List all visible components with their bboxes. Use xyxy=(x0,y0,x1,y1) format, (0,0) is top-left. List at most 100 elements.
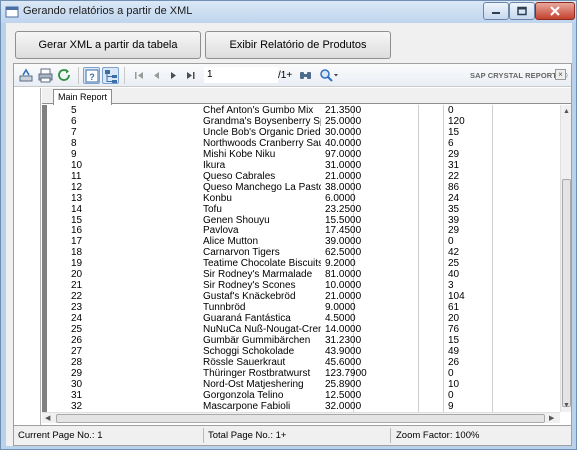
product-id-cell: 29 xyxy=(71,367,83,379)
product-name-cell: Genen Shouyu xyxy=(203,214,270,226)
product-name-cell: Gorgonzola Telino xyxy=(203,389,284,401)
report-row: 25 NuNuCa Nuß-Nougat-Creme 14.0000 76 xyxy=(47,324,560,335)
previous-page-icon[interactable] xyxy=(148,67,165,84)
product-id-cell: 21 xyxy=(71,280,83,292)
group-tree-panel[interactable] xyxy=(14,88,41,425)
scroll-right-icon[interactable]: ▶ xyxy=(549,414,554,423)
unit-price-cell: 6.0000 xyxy=(325,192,356,204)
page-total-label: /1+ xyxy=(278,70,293,81)
minimize-icon xyxy=(492,12,500,14)
scroll-left-icon[interactable]: ◀ xyxy=(45,414,50,423)
units-in-stock-cell: 0 xyxy=(448,389,454,401)
unit-price-cell: 32.0000 xyxy=(325,400,362,412)
unit-price-cell: 10.0000 xyxy=(325,280,362,292)
generate-xml-button[interactable]: Gerar XML a partir da tabela Products xyxy=(15,31,201,77)
report-row: 32 Mascarpone Fabioli 32.0000 9 xyxy=(47,401,560,412)
product-id-cell: 8 xyxy=(71,137,77,149)
unit-price-cell: 25.8900 xyxy=(325,378,362,390)
product-id-cell: 9 xyxy=(71,148,77,160)
svg-text:?: ? xyxy=(89,72,95,82)
maximize-button[interactable] xyxy=(509,2,535,20)
find-icon[interactable] xyxy=(297,67,314,84)
unit-price-cell: 45.6000 xyxy=(325,356,362,368)
export-icon[interactable] xyxy=(18,67,35,84)
product-name-cell: Konbu xyxy=(203,192,232,204)
product-name-cell: Tunnbröd xyxy=(203,302,246,314)
report-row: 14 Tofu 23.2500 35 xyxy=(47,204,560,215)
first-page-icon[interactable] xyxy=(131,67,148,84)
horizontal-scroll-thumb[interactable] xyxy=(56,414,545,423)
unit-price-cell: 30.0000 xyxy=(325,126,362,138)
product-id-cell: 6 xyxy=(71,115,77,127)
product-name-cell: Pavlova xyxy=(203,225,239,237)
status-divider xyxy=(203,428,204,443)
unit-price-cell: 31.2300 xyxy=(325,334,362,346)
viewer-toolbar: ? 1 /1+ SAP CRYSTAL REPORTS® × xyxy=(14,64,571,87)
product-name-cell: Queso Manchego La Pastor xyxy=(203,181,321,193)
scroll-down-icon[interactable]: ▼ xyxy=(563,401,570,410)
group-tree-icon[interactable] xyxy=(102,67,119,84)
window-title: Gerando relatórios a partir de XML xyxy=(23,5,193,17)
horizontal-scrollbar[interactable]: ◀ ▶ xyxy=(42,412,560,423)
unit-price-cell: 123.7900 xyxy=(325,367,367,379)
product-name-cell: Carnarvon Tigers xyxy=(203,247,280,259)
units-in-stock-cell: 120 xyxy=(448,115,465,127)
units-in-stock-cell: 9 xyxy=(448,400,454,412)
product-id-cell: 31 xyxy=(71,389,83,401)
report-row: 23 Tunnbröd 9.0000 61 xyxy=(47,302,560,313)
last-page-icon[interactable] xyxy=(182,67,199,84)
tab-main-report[interactable]: Main Report xyxy=(53,89,113,105)
units-in-stock-cell: 76 xyxy=(448,324,460,335)
close-tab-icon[interactable]: × xyxy=(555,69,566,80)
report-row: 13 Konbu 6.0000 24 xyxy=(47,193,560,204)
unit-price-cell: 23.2500 xyxy=(325,203,362,215)
app-window: Gerando relatórios a partir de XML Gerar… xyxy=(0,0,577,450)
units-in-stock-cell: 24 xyxy=(448,192,460,204)
unit-price-cell: 21.3500 xyxy=(325,105,362,116)
units-in-stock-cell: 40 xyxy=(448,269,460,281)
units-in-stock-cell: 29 xyxy=(448,225,460,237)
product-name-cell: Mascarpone Fabioli xyxy=(203,400,291,412)
scroll-up-icon[interactable]: ▲ xyxy=(563,107,570,116)
report-row: 24 Guaraná Fantástica 4.5000 20 xyxy=(47,313,560,324)
units-in-stock-cell: 0 xyxy=(448,105,454,116)
units-in-stock-cell: 25 xyxy=(448,258,460,270)
product-id-cell: 13 xyxy=(71,192,83,204)
report-row: 29 Thüringer Rostbratwurst 123.7900 0 xyxy=(47,368,560,379)
report-row: 7 Uncle Bob's Organic Dried F 30.0000 15 xyxy=(47,127,560,138)
product-id-cell: 15 xyxy=(71,214,83,226)
report-canvas[interactable]: 5 Chef Anton's Gumbo Mix 21.3500 0 6 Grandma'… xyxy=(42,105,560,412)
unit-price-cell: 17.4500 xyxy=(325,225,362,237)
product-id-cell: 14 xyxy=(71,203,83,215)
unit-price-cell: 12.5000 xyxy=(325,389,362,401)
help-icon[interactable]: ? xyxy=(83,67,100,84)
sap-crystal-reports-logo: SAP CRYSTAL REPORTS® xyxy=(470,71,568,80)
product-name-cell: Queso Cabrales xyxy=(203,170,276,182)
unit-price-cell: 43.9000 xyxy=(325,345,362,357)
report-tabstrip: Main Report xyxy=(42,88,571,105)
print-icon[interactable] xyxy=(37,67,54,84)
report-row: 9 Mishi Kobe Niku 97.0000 29 xyxy=(47,149,560,160)
close-button[interactable] xyxy=(535,2,575,20)
vertical-scroll-thumb[interactable] xyxy=(562,179,571,407)
zoom-icon[interactable] xyxy=(318,67,340,84)
app-icon xyxy=(5,5,19,19)
report-row: 15 Genen Shouyu 15.5000 39 xyxy=(47,215,560,226)
product-name-cell: Gumbär Gummibärchen xyxy=(203,334,311,346)
unit-price-cell: 39.0000 xyxy=(325,236,362,248)
report-row: 16 Pavlova 17.4500 29 xyxy=(47,225,560,236)
page-number-input[interactable]: 1 xyxy=(204,67,278,83)
refresh-icon[interactable] xyxy=(56,67,73,84)
title-bar[interactable]: Gerando relatórios a partir de XML xyxy=(1,1,576,23)
report-row: 19 Teatime Chocolate Biscuits 9.2000 25 xyxy=(47,258,560,269)
product-id-cell: 19 xyxy=(71,258,83,270)
show-report-button[interactable]: Exibir Relatório de Produtos xyxy=(205,31,391,59)
next-page-icon[interactable] xyxy=(165,67,182,84)
report-row: 17 Alice Mutton 39.0000 0 xyxy=(47,236,560,247)
report-page: 5 Chef Anton's Gumbo Mix 21.3500 0 6 Grandma'… xyxy=(47,105,560,412)
report-row: 6 Grandma's Boysenberry Spr 25.0000 120 xyxy=(47,116,560,127)
report-row: 22 Gustaf's Knäckebröd 21.0000 104 xyxy=(47,291,560,302)
vertical-scrollbar[interactable]: ▲ ▼ xyxy=(560,105,571,412)
minimize-button[interactable] xyxy=(483,2,509,20)
product-id-cell: 20 xyxy=(71,269,83,281)
